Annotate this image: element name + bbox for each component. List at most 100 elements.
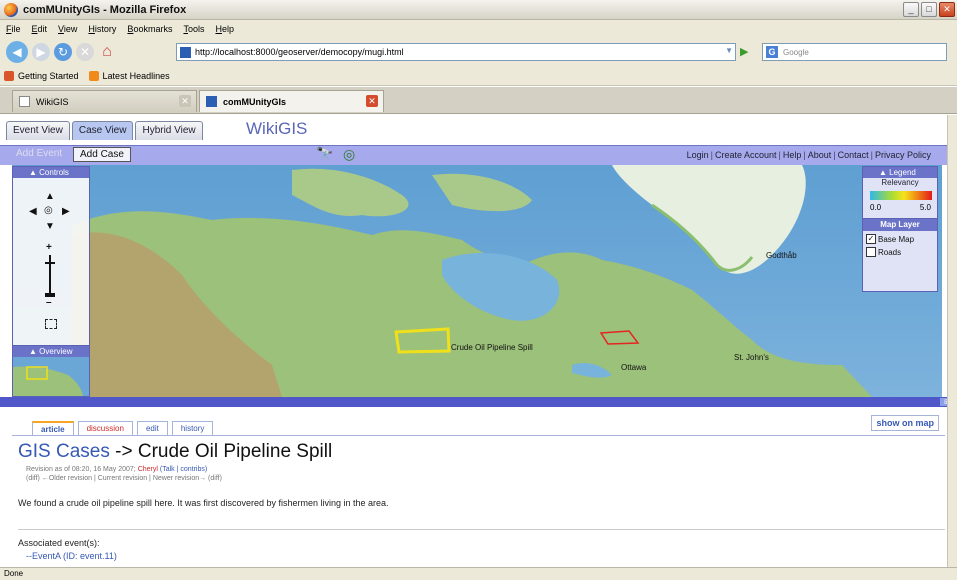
reload-icon[interactable]: ↻	[54, 43, 72, 61]
overview-landmass	[13, 366, 83, 396]
url-text: http://localhost:8000/geoserver/democopy…	[195, 47, 404, 57]
tab-case-view[interactable]: Case View	[71, 121, 134, 140]
browser-tab-bar: WikiGIS ✕ comMUnityGIs ✕	[0, 87, 957, 114]
tab-hybrid-view[interactable]: Hybrid View	[135, 121, 203, 140]
google-icon[interactable]: G	[766, 46, 778, 58]
close-tab-icon[interactable]: ✕	[366, 95, 378, 107]
tab-label: WikiGIS	[36, 96, 69, 107]
legend-panel: ▲ Legend Relevancy 0.0 5.0	[862, 166, 938, 224]
controls-header[interactable]: ▲ Controls	[13, 167, 89, 178]
login-link[interactable]: Login	[687, 150, 709, 160]
app-brand: WikiGIS	[246, 119, 308, 138]
bookmark-latest-headlines[interactable]: Latest Headlines	[103, 71, 170, 81]
maximize-button[interactable]: □	[921, 2, 937, 17]
back-arrow-icon[interactable]: ◀	[6, 41, 28, 63]
base-map-checkbox[interactable]: ✓	[866, 234, 876, 244]
contact-link[interactable]: Contact	[838, 150, 869, 160]
show-on-map-button[interactable]: show on map	[871, 415, 939, 431]
add-event-button[interactable]: Add Event	[16, 148, 62, 159]
menu-view[interactable]: View	[58, 24, 77, 34]
map-label-ottawa: Ottawa	[621, 363, 647, 372]
url-dropdown-icon[interactable]: ▼	[725, 46, 733, 55]
menu-help[interactable]: Help	[215, 24, 234, 34]
create-account-link[interactable]: Create Account	[715, 150, 777, 160]
help-link[interactable]: Help	[783, 150, 802, 160]
pan-right-icon[interactable]: ▶	[62, 206, 70, 217]
roads-checkbox[interactable]	[866, 247, 876, 257]
map-canvas[interactable]: Crude Oil Pipeline Spill Ottawa St. John…	[12, 165, 942, 397]
layer-roads[interactable]: Roads	[866, 247, 937, 257]
page-scrollbar[interactable]	[947, 115, 957, 567]
home-icon[interactable]: ⌂	[98, 43, 116, 61]
category-link[interactable]: GIS Cases	[18, 441, 110, 462]
tab-discussion[interactable]: discussion	[77, 421, 133, 436]
add-case-button[interactable]: Add Case	[73, 147, 131, 162]
tab-event-view[interactable]: Event View	[6, 121, 70, 140]
tab-edit[interactable]: edit	[136, 421, 168, 436]
revision-nav[interactable]: (diff) ←Older revision | Current revisio…	[26, 475, 222, 482]
pan-left-icon[interactable]: ◀	[29, 206, 37, 217]
overview-map-panel[interactable]: ▲ Overview	[12, 345, 90, 397]
page-content: Event View Case View Hybrid View WikiGIS…	[0, 115, 957, 567]
page-icon	[19, 96, 30, 107]
bookmark-getting-started[interactable]: Getting Started	[18, 71, 79, 81]
zoom-out-icon[interactable]: –	[46, 297, 52, 308]
revision-user-link[interactable]: Cheryl	[138, 466, 158, 473]
browser-tab-wikigis[interactable]: WikiGIS ✕	[12, 90, 197, 112]
map-label-godthab: Godthåb	[766, 251, 797, 260]
layer-base-map[interactable]: ✓ Base Map	[866, 234, 937, 244]
minimize-button[interactable]: _	[903, 2, 919, 17]
zoom-slider-track[interactable]	[49, 255, 51, 295]
arctic-islands	[292, 168, 409, 217]
status-text: Done	[4, 569, 24, 578]
url-bar[interactable]: http://localhost:8000/geoserver/democopy…	[176, 43, 736, 61]
site-favicon-icon	[206, 96, 217, 107]
bookmarks-toolbar: Getting Started Latest Headlines	[0, 66, 957, 86]
forward-arrow-icon[interactable]: ▶	[32, 43, 50, 61]
privacy-policy-link[interactable]: Privacy Policy	[875, 150, 931, 160]
associated-events-label: Associated event(s):	[18, 538, 100, 548]
zoom-box-icon[interactable]	[45, 319, 57, 329]
tab-label: comMUnityGIs	[223, 96, 287, 107]
associated-event-link[interactable]: --EventA (ID: event.11)	[26, 551, 117, 561]
revision-info: Revision as of 08:20, 16 May 2007; Chery…	[26, 465, 222, 483]
legend-header[interactable]: ▲ Legend	[863, 167, 937, 178]
map-label-spill: Crude Oil Pipeline Spill	[451, 343, 533, 352]
revision-talk-links[interactable]: (Talk | contribs)	[160, 466, 207, 473]
map-layer-panel: Map Layer ✓ Base Map Roads	[862, 218, 938, 292]
zoom-slider-tick	[45, 262, 55, 264]
window-title: comMUnityGIs - Mozilla Firefox	[23, 3, 187, 16]
tab-article[interactable]: article	[32, 421, 74, 436]
globe-icon[interactable]: ◎	[343, 146, 355, 163]
legend-title: Legend	[889, 168, 916, 177]
menu-tools[interactable]: Tools	[183, 24, 204, 34]
pan-down-icon[interactable]: ▼	[45, 221, 55, 232]
title-arrow: ->	[115, 441, 133, 462]
menu-bookmarks[interactable]: Bookmarks	[127, 24, 172, 34]
search-input[interactable]: G Google	[762, 43, 947, 61]
stop-icon[interactable]: ✕	[76, 43, 94, 61]
rss-feed-icon	[88, 70, 99, 81]
layer-label: Base Map	[878, 234, 915, 244]
overview-header[interactable]: ▲ Overview	[13, 346, 89, 357]
map-footer-bar: ⊞	[0, 397, 957, 407]
close-window-button[interactable]: ✕	[939, 2, 955, 17]
browser-tab-communitygis[interactable]: comMUnityGIs ✕	[199, 90, 384, 112]
menu-bar: File Edit View History Bookmarks Tools H…	[0, 20, 957, 38]
binoculars-icon[interactable]: 🔭	[316, 146, 333, 163]
pan-up-icon[interactable]: ▲	[45, 191, 55, 202]
tab-history[interactable]: history	[171, 421, 214, 436]
go-arrow-icon[interactable]: ▶	[740, 45, 754, 59]
menu-edit[interactable]: Edit	[32, 24, 48, 34]
page-title: GIS Cases -> Crude Oil Pipeline Spill	[18, 441, 332, 463]
close-tab-icon[interactable]: ✕	[179, 95, 191, 107]
legend-min: 0.0	[870, 203, 882, 212]
about-link[interactable]: About	[808, 150, 832, 160]
pan-center-icon[interactable]: ◎	[44, 205, 53, 216]
menu-history[interactable]: History	[88, 24, 116, 34]
zoom-in-icon[interactable]: +	[46, 242, 52, 253]
arctic-islands-east	[432, 173, 532, 212]
firefox-icon	[4, 2, 18, 17]
menu-file[interactable]: File	[6, 24, 21, 34]
site-favicon-icon	[180, 46, 191, 58]
